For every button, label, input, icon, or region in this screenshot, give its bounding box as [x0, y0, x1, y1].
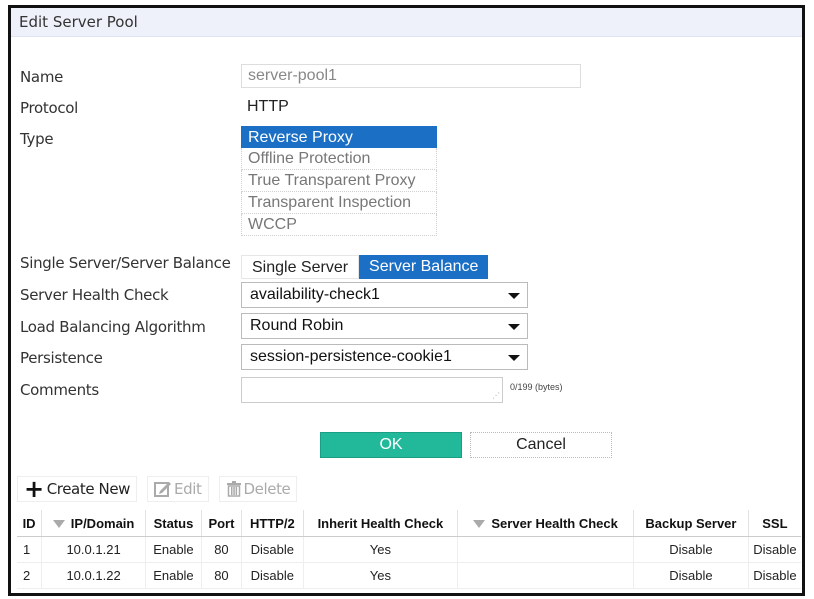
- cell-status: Enable: [145, 536, 202, 563]
- table-toolbar: + Create New Edit Delete: [17, 475, 298, 503]
- algorithm-select[interactable]: Round Robin: [241, 313, 528, 339]
- column-header-inherit-health-check[interactable]: Inherit Health Check: [303, 510, 459, 537]
- column-header-port[interactable]: Port: [201, 510, 243, 537]
- type-option-true-transparent-proxy[interactable]: True Transparent Proxy: [241, 170, 437, 192]
- cell-inherit-health-check: Yes: [303, 562, 459, 589]
- delete-button[interactable]: Delete: [218, 476, 298, 502]
- column-header-server-health-check[interactable]: Server Health Check: [457, 510, 635, 537]
- create-new-label: Create New: [46, 480, 131, 498]
- delete-label: Delete: [243, 480, 291, 498]
- cell-port: 80: [201, 536, 243, 563]
- cancel-button[interactable]: Cancel: [470, 432, 612, 458]
- column-header-ip-domain-label: IP/Domain: [70, 515, 135, 531]
- algorithm-label: Load Balancing Algorithm: [20, 318, 206, 336]
- resize-grip-icon[interactable]: ⋰: [492, 391, 500, 400]
- cell-id: 1: [17, 536, 43, 563]
- dialog-title: Edit Server Pool: [19, 13, 138, 31]
- algorithm-value: Round Robin: [250, 317, 344, 334]
- edit-button[interactable]: Edit: [147, 476, 209, 502]
- comments-label: Comments: [20, 381, 99, 399]
- type-option-offline-protection[interactable]: Offline Protection: [241, 148, 437, 170]
- cell-ip-domain: 10.0.1.22: [41, 562, 146, 589]
- chevron-down-icon: [508, 324, 520, 330]
- server-balance-option[interactable]: Server Balance: [359, 255, 489, 279]
- cell-ssl: Disable: [748, 562, 801, 589]
- type-listbox[interactable]: Reverse Proxy Offline Protection True Tr…: [241, 126, 437, 236]
- edit-server-pool-dialog: Edit Server Pool Name server-pool1 Proto…: [8, 5, 805, 596]
- cell-http2: Disable: [241, 562, 304, 589]
- table-row[interactable]: 1 10.0.1.21 Enable 80 Disable Yes Disabl…: [17, 536, 801, 563]
- persistence-select[interactable]: session-persistence-cookie1: [241, 344, 528, 370]
- persistence-label: Persistence: [20, 349, 103, 367]
- cell-backup-server: Disable: [633, 562, 749, 589]
- health-check-value: availability-check1: [250, 286, 380, 303]
- cell-status: Enable: [145, 562, 202, 589]
- type-option-reverse-proxy[interactable]: Reverse Proxy: [241, 126, 437, 148]
- trash-icon: [226, 481, 241, 497]
- name-label: Name: [20, 68, 64, 86]
- filter-icon[interactable]: [52, 520, 65, 529]
- dialog-titlebar: Edit Server Pool: [11, 8, 802, 37]
- protocol-value: HTTP: [247, 98, 289, 115]
- table-header-row: ID IP/Domain Status Port HTTP/2 Inherit …: [17, 510, 801, 537]
- chevron-down-icon: [508, 293, 520, 299]
- ok-button[interactable]: OK: [320, 432, 462, 458]
- comments-byte-counter: 0/199 (bytes): [510, 382, 563, 392]
- type-option-transparent-inspection[interactable]: Transparent Inspection: [241, 192, 437, 214]
- name-input[interactable]: server-pool1: [241, 64, 581, 88]
- filter-icon[interactable]: [473, 520, 486, 529]
- column-header-status[interactable]: Status: [145, 510, 202, 537]
- column-header-http2[interactable]: HTTP/2: [241, 510, 304, 537]
- edit-icon: [154, 482, 172, 497]
- cell-id: 2: [17, 562, 43, 589]
- health-check-select[interactable]: availability-check1: [241, 282, 528, 308]
- type-label: Type: [20, 130, 54, 148]
- column-header-backup-server[interactable]: Backup Server: [633, 510, 749, 537]
- protocol-label: Protocol: [20, 99, 79, 117]
- column-header-server-health-check-label: Server Health Check: [491, 515, 618, 531]
- comments-textarea[interactable]: ⋰: [241, 377, 503, 403]
- chevron-down-icon: [508, 355, 520, 361]
- type-option-wccp[interactable]: WCCP: [241, 214, 437, 236]
- persistence-value: session-persistence-cookie1: [250, 348, 452, 365]
- plus-icon: +: [24, 475, 44, 503]
- create-new-button[interactable]: + Create New: [17, 475, 138, 503]
- column-header-ssl[interactable]: SSL: [748, 510, 801, 537]
- cell-http2: Disable: [241, 536, 304, 563]
- balance-label: Single Server/Server Balance: [20, 254, 231, 272]
- cell-server-health-check: [457, 562, 635, 589]
- edit-label: Edit: [174, 480, 202, 498]
- cell-ip-domain: 10.0.1.21: [41, 536, 146, 563]
- cell-ssl: Disable: [748, 536, 801, 563]
- column-header-ip-domain[interactable]: IP/Domain: [41, 510, 146, 537]
- cell-inherit-health-check: Yes: [303, 536, 459, 563]
- single-server-option[interactable]: Single Server: [241, 255, 360, 279]
- column-header-id[interactable]: ID: [17, 510, 43, 537]
- health-check-label: Server Health Check: [20, 286, 169, 304]
- table-row[interactable]: 2 10.0.1.22 Enable 80 Disable Yes Disabl…: [17, 562, 801, 589]
- cell-port: 80: [201, 562, 243, 589]
- server-pool-members-table: ID IP/Domain Status Port HTTP/2 Inherit …: [17, 510, 801, 589]
- cell-backup-server: Disable: [633, 536, 749, 563]
- balance-toggle: Single Server Server Balance: [241, 255, 489, 279]
- cell-server-health-check: [457, 536, 635, 563]
